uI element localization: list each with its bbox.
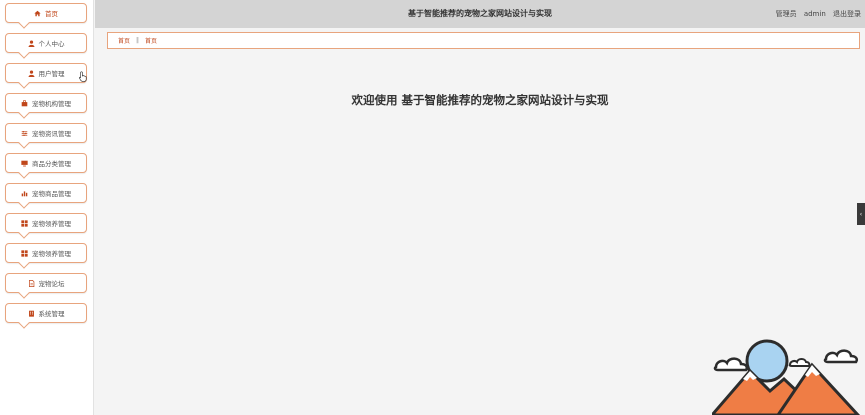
sidebar-item-label: 宠物商品管理 bbox=[32, 190, 71, 198]
top-bar: 基于智能推荐的宠物之家网站设计与实现 管理员 admin 退出登录 bbox=[95, 0, 865, 28]
home-icon bbox=[34, 10, 41, 17]
welcome-heading: 欢迎使用 基于智能推荐的宠物之家网站设计与实现 bbox=[351, 93, 609, 107]
sidebar-item-pet-news-management[interactable]: 宠物资讯管理 bbox=[5, 123, 87, 143]
side-panel-toggle[interactable]: ‹ bbox=[857, 203, 865, 225]
breadcrumb: 首页 ‖ 首页 bbox=[107, 32, 860, 49]
grid-icon bbox=[21, 249, 28, 257]
sidebar-item-label: 宠物资讯管理 bbox=[32, 130, 71, 138]
sidebar-item-label: 商品分类管理 bbox=[32, 160, 71, 168]
sidebar-item-pet-institution-management[interactable]: 宠物机构管理 bbox=[5, 93, 87, 113]
sidebar: 首页 个人中心 用户管理 宠物机构管理 宠物资讯管理 商品分类管理 宠物商品管理… bbox=[0, 0, 94, 415]
sidebar-item-label: 系统管理 bbox=[38, 310, 65, 318]
sidebar-item-label: 用户管理 bbox=[38, 70, 65, 78]
sidebar-item-label: 首页 bbox=[45, 10, 58, 18]
hand-cursor-icon bbox=[79, 71, 87, 82]
cloud-icon bbox=[823, 349, 859, 364]
breadcrumb-separator: ‖ bbox=[136, 37, 140, 44]
bar-chart-icon bbox=[21, 190, 28, 197]
sidebar-item-personal-center[interactable]: 个人中心 bbox=[5, 33, 87, 53]
cloud-icon bbox=[713, 357, 749, 372]
briefcase-icon bbox=[21, 99, 28, 107]
cloud-icon bbox=[788, 358, 811, 367]
sidebar-item-category-management[interactable]: 商品分类管理 bbox=[5, 153, 87, 173]
user-icon bbox=[28, 69, 35, 77]
sidebar-item-label: 宠物领养管理 bbox=[32, 220, 71, 228]
user-name: admin bbox=[803, 10, 826, 18]
logout-link[interactable]: 退出登录 bbox=[833, 10, 861, 18]
building-icon bbox=[28, 310, 35, 317]
monitor-icon bbox=[21, 160, 28, 167]
user-info: 管理员 admin 退出登录 bbox=[771, 0, 861, 28]
document-icon bbox=[28, 279, 35, 287]
grid-icon bbox=[21, 219, 28, 227]
sidebar-item-pet-product-management[interactable]: 宠物商品管理 bbox=[5, 183, 87, 203]
breadcrumb-item-home[interactable]: 首页 bbox=[118, 36, 130, 45]
chevron-left-icon: ‹ bbox=[859, 210, 863, 218]
sliders-icon bbox=[21, 130, 28, 137]
breadcrumb-item-current: 首页 bbox=[145, 38, 158, 45]
sidebar-item-pet-adoption-management[interactable]: 宠物领养管理 bbox=[5, 213, 87, 233]
sidebar-item-label: 宠物领养管理 bbox=[32, 250, 71, 258]
sidebar-item-user-management[interactable]: 用户管理 bbox=[5, 63, 87, 83]
sidebar-item-label: 个人中心 bbox=[38, 40, 65, 48]
sidebar-item-label: 宠物论坛 bbox=[38, 280, 65, 288]
sidebar-item-home[interactable]: 首页 bbox=[5, 3, 87, 23]
app-title: 基于智能推荐的宠物之家网站设计与实现 bbox=[408, 9, 552, 18]
sidebar-item-pet-adoption-management-2[interactable]: 宠物领养管理 bbox=[5, 243, 87, 263]
user-icon bbox=[28, 39, 35, 47]
user-role: 管理员 bbox=[775, 10, 797, 18]
mountain-illustration bbox=[712, 339, 861, 415]
sidebar-item-pet-forum[interactable]: 宠物论坛 bbox=[5, 273, 87, 293]
sidebar-item-label: 宠物机构管理 bbox=[32, 100, 71, 108]
sidebar-item-system-management[interactable]: 系统管理 bbox=[5, 303, 87, 323]
